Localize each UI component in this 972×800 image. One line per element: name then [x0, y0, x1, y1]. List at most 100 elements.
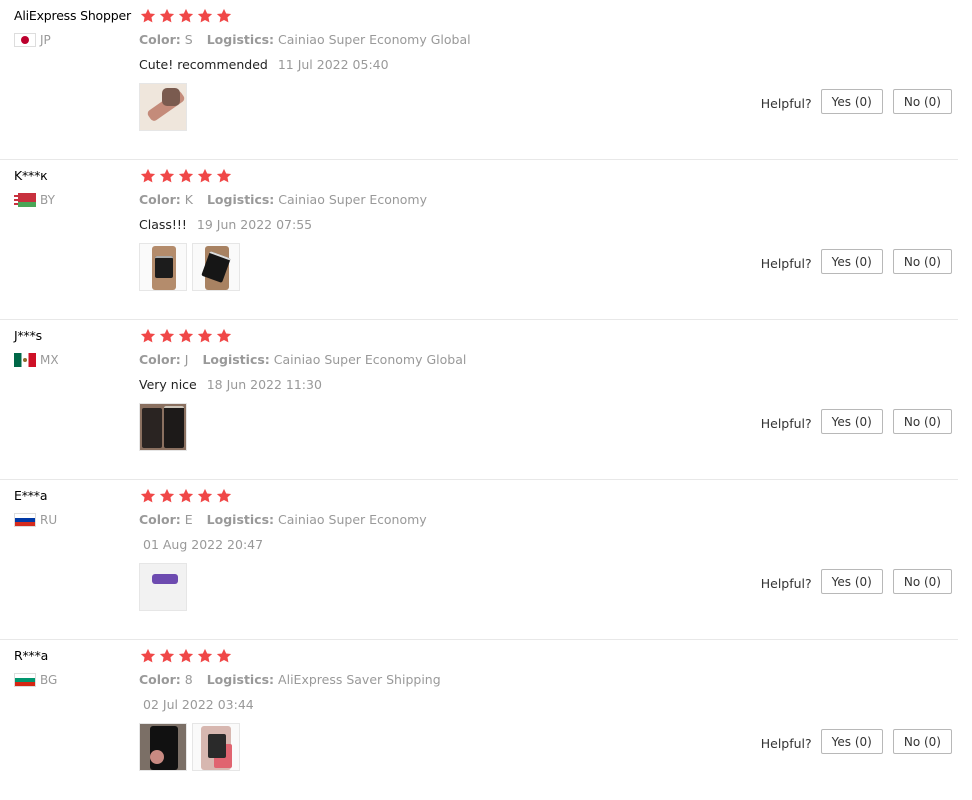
flag-bulgaria-icon	[14, 673, 36, 687]
review-text: Cute! recommended	[139, 57, 268, 72]
color-label: Color:	[139, 32, 181, 47]
helpful-no-button[interactable]: No (0)	[892, 729, 952, 754]
review-date: 01 Aug 2022 20:47	[143, 537, 264, 552]
logistics-label: Logistics:	[206, 512, 275, 527]
logistics-value: Cainiao Super Economy	[278, 512, 427, 527]
review-content: Cute! recommended 11 Jul 2022 05:40	[139, 57, 389, 72]
star-rating	[139, 487, 233, 505]
review-photos	[139, 563, 187, 611]
review-photo-thumbnail[interactable]	[139, 83, 187, 131]
review-photo-thumbnail[interactable]	[192, 723, 240, 771]
star-rating	[139, 327, 233, 345]
helpful-yes-button[interactable]: Yes (0)	[820, 89, 883, 114]
color-value: 8	[184, 672, 193, 687]
color-value: K	[184, 192, 193, 207]
helpful-label: Helpful?	[760, 736, 812, 751]
review-date: 19 Jun 2022 07:55	[196, 217, 313, 232]
country-code: BY	[40, 193, 55, 207]
reviewer-country: JP	[14, 33, 51, 47]
country-code: MX	[40, 353, 59, 367]
logistics-value: AliExpress Saver Shipping	[278, 672, 441, 687]
reviewer-country: BY	[14, 193, 55, 207]
reviewer-country: BG	[14, 673, 57, 687]
review-photos	[139, 723, 240, 771]
review-photo-thumbnail[interactable]	[192, 243, 240, 291]
helpful-yes-button[interactable]: Yes (0)	[820, 569, 883, 594]
star-icon	[177, 167, 195, 185]
logistics-value: Cainiao Super Economy Global	[278, 32, 471, 47]
color-value: S	[184, 32, 193, 47]
helpful-no-button[interactable]: No (0)	[892, 569, 952, 594]
logistics-label: Logistics:	[206, 192, 275, 207]
star-icon	[215, 7, 233, 25]
review-item: AliExpress Shopper JP Color: S Logistics…	[0, 0, 958, 160]
review-item: R***a BG Color: 8 Logistics: AliExpress …	[0, 640, 958, 800]
helpful-no-button[interactable]: No (0)	[892, 249, 952, 274]
review-photo-thumbnail[interactable]	[139, 243, 187, 291]
color-label: Color:	[139, 672, 181, 687]
review-content: Class!!! 19 Jun 2022 07:55	[139, 217, 312, 232]
logistics-value: Cainiao Super Economy Global	[273, 352, 467, 367]
review-meta: Color: 8 Logistics: AliExpress Saver Shi…	[139, 672, 451, 687]
star-icon	[177, 327, 195, 345]
country-code: BG	[40, 673, 58, 687]
star-icon	[196, 647, 214, 665]
review-content: 02 Jul 2022 03:44	[143, 697, 254, 712]
star-icon	[196, 487, 214, 505]
reviewer-name: K***к	[14, 168, 48, 183]
helpful-yes-button[interactable]: Yes (0)	[820, 409, 883, 434]
helpful-label: Helpful?	[760, 96, 812, 111]
helpful-vote: Helpful? Yes (0) No (0)	[761, 409, 952, 434]
review-meta: Color: J Logistics: Cainiao Super Econom…	[139, 352, 476, 367]
star-rating	[139, 647, 233, 665]
review-photo-thumbnail[interactable]	[139, 403, 187, 451]
helpful-vote: Helpful? Yes (0) No (0)	[761, 729, 952, 754]
helpful-yes-button[interactable]: Yes (0)	[820, 729, 883, 754]
review-item: J***s MX Color: J Logistics: Cainiao Sup…	[0, 320, 958, 480]
star-icon	[158, 167, 176, 185]
star-icon	[158, 487, 176, 505]
helpful-label: Helpful?	[760, 416, 812, 431]
helpful-no-button[interactable]: No (0)	[892, 89, 952, 114]
color-value: J	[184, 352, 189, 367]
review-text: Very nice	[139, 377, 197, 392]
star-icon	[215, 647, 233, 665]
star-rating	[139, 167, 233, 185]
star-icon	[177, 647, 195, 665]
star-icon	[139, 647, 157, 665]
logistics-value: Cainiao Super Economy	[278, 192, 427, 207]
star-icon	[215, 327, 233, 345]
country-code: RU	[40, 513, 58, 527]
review-photo-thumbnail[interactable]	[139, 723, 187, 771]
star-icon	[139, 487, 157, 505]
color-label: Color:	[139, 192, 181, 207]
review-photo-thumbnail[interactable]	[139, 563, 187, 611]
reviewer-name: J***s	[14, 328, 42, 343]
star-icon	[196, 7, 214, 25]
flag-belarus-icon	[14, 193, 36, 207]
helpful-no-button[interactable]: No (0)	[892, 409, 952, 434]
color-label: Color:	[139, 512, 181, 527]
helpful-yes-button[interactable]: Yes (0)	[820, 249, 883, 274]
review-meta: Color: S Logistics: Cainiao Super Econom…	[139, 32, 481, 47]
star-icon	[139, 327, 157, 345]
star-icon	[158, 7, 176, 25]
logistics-label: Logistics:	[206, 672, 275, 687]
helpful-label: Helpful?	[760, 576, 812, 591]
star-icon	[196, 167, 214, 185]
review-list: AliExpress Shopper JP Color: S Logistics…	[0, 0, 972, 800]
review-text: Class!!!	[139, 217, 187, 232]
helpful-vote: Helpful? Yes (0) No (0)	[761, 89, 952, 114]
review-photos	[139, 243, 240, 291]
star-icon	[158, 327, 176, 345]
review-meta: Color: K Logistics: Cainiao Super Econom…	[139, 192, 437, 207]
review-photos	[139, 83, 187, 131]
logistics-label: Logistics:	[202, 352, 270, 367]
star-icon	[177, 7, 195, 25]
review-photos	[139, 403, 187, 451]
star-icon	[139, 7, 157, 25]
star-icon	[139, 167, 157, 185]
star-icon	[177, 487, 195, 505]
review-date: 11 Jul 2022 05:40	[277, 57, 389, 72]
review-date: 18 Jun 2022 11:30	[206, 377, 322, 392]
